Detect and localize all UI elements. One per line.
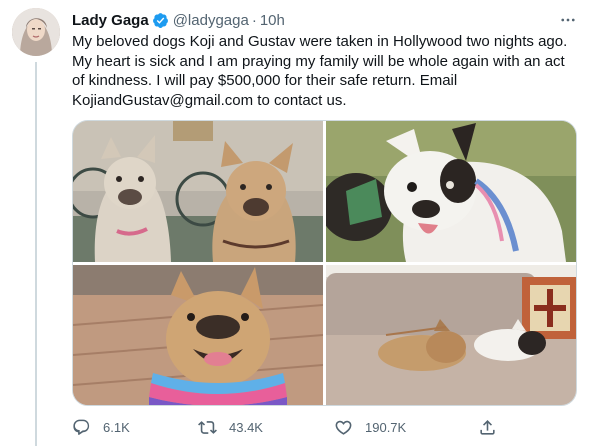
more-options-icon[interactable]	[558, 10, 578, 30]
author-handle[interactable]: @ladygaga	[173, 12, 249, 29]
tweet-header: Lady Gaga @ladygaga · 10h	[72, 10, 285, 30]
like-count: 190.7K	[365, 419, 407, 435]
verified-badge-icon	[152, 12, 169, 29]
media-photo-3[interactable]	[73, 265, 323, 405]
share-button[interactable]	[478, 418, 497, 437]
reply-icon	[72, 418, 91, 437]
retweet-icon	[198, 418, 217, 437]
avatar[interactable]	[12, 8, 60, 56]
retweet-count: 43.4K	[229, 419, 263, 435]
tweet-timestamp[interactable]: 10h	[260, 12, 285, 29]
avatar-image	[12, 8, 60, 56]
tweet-text: My beloved dogs Koji and Gustav were tak…	[72, 33, 572, 109]
heart-icon	[334, 418, 353, 437]
reply-count: 6.1K	[103, 419, 130, 435]
separator-dot: ·	[251, 11, 257, 29]
tweet-actions: 6.1K 43.4K 190.7K	[66, 414, 506, 440]
author-name[interactable]: Lady Gaga	[72, 12, 149, 29]
retweet-button[interactable]: 43.4K	[198, 418, 263, 437]
tweet-card[interactable]: Lady Gaga @ladygaga · 10h My beloved dog…	[0, 0, 594, 446]
thread-line	[35, 62, 37, 446]
media-photo-4[interactable]	[326, 265, 576, 405]
media-photo-1[interactable]	[73, 121, 323, 262]
share-icon	[478, 418, 497, 437]
reply-button[interactable]: 6.1K	[72, 418, 130, 437]
media-photo-2[interactable]	[326, 121, 576, 262]
like-button[interactable]: 190.7K	[334, 418, 406, 437]
media-grid	[72, 120, 577, 406]
